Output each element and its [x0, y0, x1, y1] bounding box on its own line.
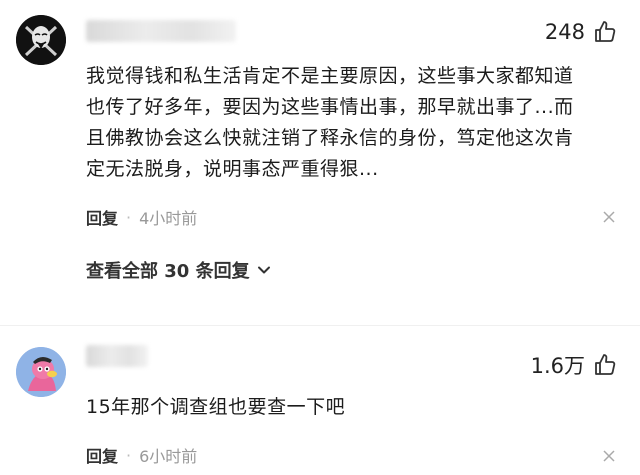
like-count: 1.6万 — [530, 354, 585, 378]
like-button[interactable]: 1.6万 — [531, 350, 617, 380]
mask-avatar-icon — [16, 15, 66, 65]
thumbs-up-icon — [595, 354, 616, 375]
timestamp: 6小时前 — [139, 447, 198, 466]
comment-meta: 回复 · 6小时前 — [86, 443, 197, 467]
like-button[interactable]: 248 — [545, 20, 617, 44]
avatar[interactable] — [16, 15, 66, 65]
avatar[interactable] — [16, 347, 66, 397]
chevron-down-icon — [257, 266, 270, 274]
reply-button[interactable]: 回复 — [86, 205, 118, 229]
separator-dot: · — [126, 445, 132, 465]
comment-text: 15年那个调查组也要查一下吧 — [86, 392, 626, 423]
cartoon-avatar-icon — [16, 347, 66, 397]
view-all-replies-button[interactable]: 查看全部 30 条回复 — [86, 257, 272, 283]
thumbs-up-icon — [595, 21, 616, 42]
comment-line: 定无法脱身，说明事态严重得狠... — [86, 158, 379, 180]
close-icon[interactable] — [602, 449, 616, 463]
view-all-replies-label: 查看全部 30 条回复 — [86, 261, 250, 282]
close-icon[interactable] — [602, 210, 616, 224]
divider — [0, 325, 640, 326]
username-blurred[interactable] — [86, 345, 148, 367]
comment-line: 我觉得钱和私生活肯定不是主要原因，这些事大家都知道 — [86, 65, 574, 87]
timestamp: 4小时前 — [139, 209, 198, 228]
comment-text: 我觉得钱和私生活肯定不是主要原因，这些事大家都知道 也传了好多年，要因为这些事情… — [86, 61, 626, 185]
comment-line: 15年那个调查组也要查一下吧 — [86, 396, 346, 418]
comment-line: 且佛教协会这么快就注销了释永信的身份，笃定他这次肯 — [86, 127, 574, 149]
comment-line: 也传了好多年，要因为这些事情出事，那早就出事了...而 — [86, 96, 574, 118]
comment-meta: 回复 · 4小时前 — [86, 205, 197, 229]
like-count: 248 — [544, 20, 585, 44]
username-blurred[interactable] — [86, 20, 236, 42]
separator-dot: · — [126, 207, 132, 227]
reply-button[interactable]: 回复 — [86, 443, 118, 467]
